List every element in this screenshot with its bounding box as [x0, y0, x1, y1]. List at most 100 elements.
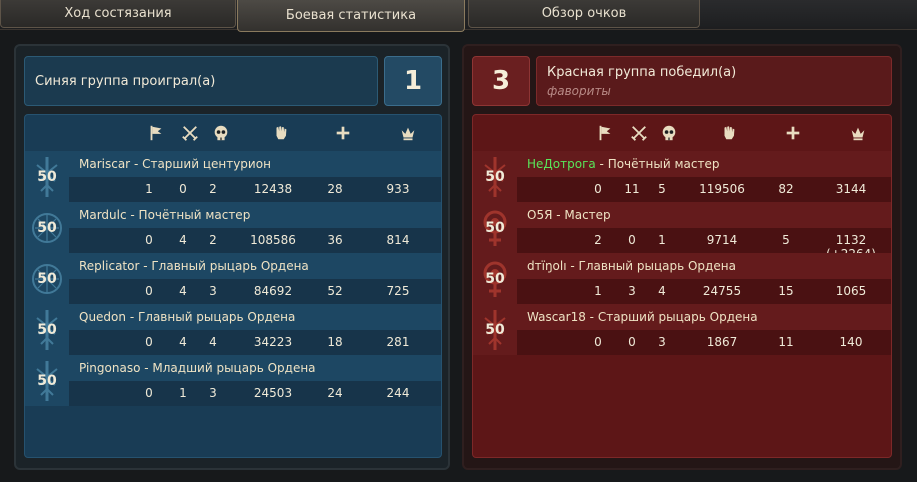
- player-name[interactable]: Replicator: [79, 259, 139, 273]
- player-name-line: НеДотрога - Почётный мастер: [527, 157, 719, 171]
- player-rank: - Младший рыцарь Ордена: [140, 361, 316, 375]
- player-name[interactable]: Quedon: [79, 310, 126, 324]
- player-row[interactable]: 50 Mardulc - Почётный мастер 0 4 2 108586 36 8…: [25, 202, 441, 253]
- fist-icon: [271, 123, 291, 143]
- stat-damage: 1867: [706, 335, 738, 349]
- player-name-line: Replicator - Главный рыцарь Ордена: [79, 259, 309, 273]
- player-row[interactable]: 50 O5Я - Мастер201971451132 (+2264): [473, 202, 891, 261]
- player-row[interactable]: 50 Pingonaso - Младший рыцарь Ордена 0 1 3 2…: [25, 355, 441, 406]
- player-row[interactable]: 50 НеДотрога - Почётный мастер 0 11 5 119506…: [473, 151, 891, 202]
- skull-icon: [659, 123, 679, 143]
- stat-damage: 108586: [250, 233, 296, 247]
- player-name-line: dтïŋοlı - Главный рыцарь Ордена: [527, 259, 736, 273]
- stat-healing: 36: [327, 233, 343, 247]
- fist-icon: [719, 123, 739, 143]
- column-header-row: [25, 115, 441, 151]
- player-name[interactable]: O5Я: [527, 208, 552, 222]
- faction-emblem-icon: 50: [25, 304, 69, 355]
- crown-icon: [398, 123, 418, 143]
- player-rank: - Почётный мастер: [595, 157, 720, 171]
- flag-icon: [595, 123, 615, 143]
- player-name-line: Mardulc - Почётный мастер: [79, 208, 250, 222]
- player-row[interactable]: 50 Wascar18 - Старший рыцарь Ордена 0 0 3 18…: [473, 304, 891, 355]
- red-team-panel: 3 Красная группа победил(а) фавориты 50 …: [462, 44, 902, 470]
- stat-deaths: 1: [658, 233, 666, 247]
- player-level: 50: [37, 270, 57, 287]
- red-team-header: Красная группа победил(а) фавориты: [536, 56, 892, 106]
- player-name-line: Quedon - Главный рыцарь Ордена: [79, 310, 295, 324]
- stat-healing: 24: [327, 386, 343, 400]
- stat-healing: 15: [778, 284, 794, 298]
- stat-healing: 52: [327, 284, 343, 298]
- tab-battle-stats[interactable]: Боевая статистика: [237, 0, 465, 32]
- player-name[interactable]: НеДотрога: [527, 157, 596, 171]
- stat-deaths: 5: [658, 182, 666, 196]
- blue-team-table: 50 Mariscar - Старший центурион 1 0 2 12438 2…: [24, 114, 442, 458]
- player-rank: - Почётный мастер: [126, 208, 251, 222]
- faction-emblem-icon: 50: [25, 355, 69, 406]
- stat-deaths: 3: [658, 335, 666, 349]
- faction-emblem-icon: 50: [25, 202, 69, 253]
- tab-bar: Ход состязания Боевая статистика Обзор о…: [0, 0, 917, 32]
- stat-damage: 9714: [706, 233, 738, 247]
- player-level: 50: [485, 219, 505, 236]
- tab-score-overview[interactable]: Обзор очков: [468, 0, 700, 28]
- player-level: 50: [485, 168, 505, 185]
- stat-score: 281: [386, 335, 410, 349]
- plus-icon: [333, 123, 353, 143]
- player-name[interactable]: dтïŋοlı: [527, 259, 567, 273]
- stat-healing: 28: [327, 182, 343, 196]
- red-team-title: Красная группа победил(а): [547, 64, 737, 80]
- crossed-swords-icon: [629, 123, 649, 143]
- faction-emblem-icon: 50: [473, 151, 517, 202]
- player-level: 50: [37, 168, 57, 185]
- crown-icon: [848, 123, 868, 143]
- stat-score: 140: [839, 335, 863, 349]
- flag-icon: [146, 123, 166, 143]
- stat-deaths: 4: [658, 284, 666, 298]
- faction-emblem-icon: 50: [25, 253, 69, 304]
- stat-deaths: 4: [209, 335, 217, 349]
- blue-team-score: 1: [384, 56, 442, 106]
- tab-match-progress[interactable]: Ход состязания: [0, 0, 236, 28]
- stat-healing: 82: [778, 182, 794, 196]
- crossed-swords-icon: [180, 123, 200, 143]
- player-rank: - Главный рыцарь Ордена: [139, 259, 309, 273]
- player-name-line: Pingonaso - Младший рыцарь Ордена: [79, 361, 316, 375]
- player-row[interactable]: 50 dтïŋοlı - Главный рыцарь Ордена 1 3 4 247…: [473, 253, 891, 304]
- stat-damage: 12438: [253, 182, 293, 196]
- stat-deaths: 3: [209, 386, 217, 400]
- faction-emblem-icon: 50: [473, 253, 517, 304]
- player-name[interactable]: Mariscar: [79, 157, 130, 171]
- column-header-row: [473, 115, 891, 151]
- player-row[interactable]: 50 Replicator - Главный рыцарь Ордена 0 4 3…: [25, 253, 441, 304]
- stat-deaths: 2: [209, 182, 217, 196]
- player-rank: - Мастер: [552, 208, 611, 222]
- red-team-subtitle: фавориты: [547, 83, 611, 98]
- player-name[interactable]: Wascar18: [527, 310, 586, 324]
- player-name[interactable]: Pingonaso: [79, 361, 140, 375]
- player-rank: - Старший рыцарь Ордена: [585, 310, 758, 324]
- player-row[interactable]: 50 Quedon - Главный рыцарь Ордена 0 4 4 3422…: [25, 304, 441, 355]
- player-level: 50: [37, 219, 57, 236]
- player-rank: - Старший центурион: [130, 157, 271, 171]
- player-name[interactable]: Mardulc: [79, 208, 127, 222]
- blue-team-panel: Синяя группа проиграл(а) 1 50 Mariscar -…: [14, 44, 450, 470]
- skull-icon: [211, 123, 231, 143]
- stat-damage: 119506: [699, 182, 745, 196]
- player-level: 50: [485, 321, 505, 338]
- player-name-line: Wascar18 - Старший рыцарь Ордена: [527, 310, 758, 324]
- blue-team-title: Синяя группа проиграл(а): [35, 73, 216, 89]
- player-rank: - Главный рыцарь Ордена: [126, 310, 296, 324]
- stat-deaths: 2: [209, 233, 217, 247]
- stat-score: 1065: [835, 284, 867, 298]
- red-team-score: 3: [472, 56, 530, 106]
- player-level: 50: [485, 270, 505, 287]
- player-row[interactable]: 50 Mariscar - Старший центурион 1 0 2 12438 2…: [25, 151, 441, 202]
- stat-healing: 18: [327, 335, 343, 349]
- stat-score: 814: [386, 233, 410, 247]
- stat-damage: 24755: [702, 284, 742, 298]
- plus-icon: [783, 123, 803, 143]
- faction-emblem-icon: 50: [473, 304, 517, 355]
- stat-healing: 5: [782, 233, 790, 247]
